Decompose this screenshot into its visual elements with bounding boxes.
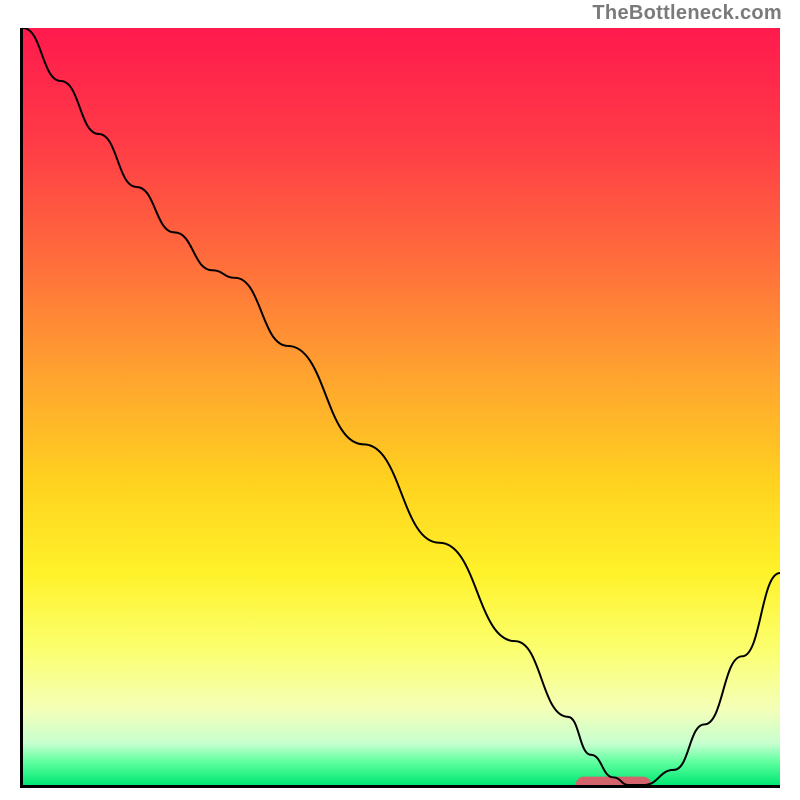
chart-background [23,28,780,785]
attribution-text: TheBottleneck.com [592,2,782,25]
chart-svg [23,28,780,785]
plot-area [20,28,780,788]
